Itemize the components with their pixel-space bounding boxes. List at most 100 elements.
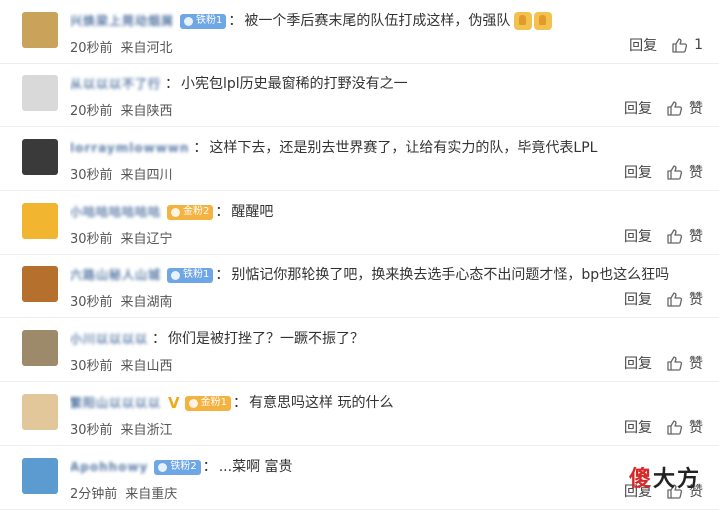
comment-location: 来自河北: [120, 41, 173, 56]
fan-badge-label: 铁粉1: [183, 269, 210, 280]
comment-actions: 回复 赞: [624, 417, 703, 437]
comment-text: 有意思吗这样 玩的什么: [249, 395, 394, 411]
avatar[interactable]: [22, 458, 58, 494]
watermark-logo: 傻大方: [628, 467, 701, 492]
avatar[interactable]: [22, 394, 58, 430]
reply-button[interactable]: 回复: [624, 289, 652, 309]
fan-badge-icon: [171, 270, 181, 280]
fan-badge[interactable]: 铁粉2: [154, 459, 201, 475]
thumbs-emoji-group: [512, 12, 553, 30]
colon: ：: [233, 395, 247, 411]
like-label: 赞: [689, 356, 703, 372]
comment-item: 小川以以以以：你们是被打挫了？一蹶不振了？ 30秒前 来自山西 回复 赞: [0, 318, 719, 382]
comment-meta: 20秒前 来自陕西: [70, 100, 181, 119]
fan-badge[interactable]: 铁粉1: [167, 267, 214, 283]
fan-badge-icon: [171, 207, 181, 217]
colon: ：: [215, 267, 230, 283]
comment-meta: 2分钟前 来自重庆: [70, 483, 185, 502]
username[interactable]: 兴焕梁上晃动烟屑: [70, 11, 174, 31]
comment-location: 来自浙江: [120, 423, 173, 438]
like-button[interactable]: 赞: [666, 353, 703, 373]
comment-text: 这样下去，还是别去世界赛了，让给有实力的队，毕竟代表LPL: [209, 140, 598, 156]
like-button[interactable]: 赞: [666, 98, 703, 118]
colon: ：: [228, 13, 243, 29]
avatar[interactable]: [22, 12, 58, 48]
comment-actions: 回复 赞: [624, 162, 703, 182]
comment-item: 小咕咕咕咕咕咕 金粉2 ：醒醒吧 30秒前 来自辽宁 回复 赞: [0, 191, 719, 255]
comment-item: lorraymlowwwn：这样下去，还是别去世界赛了，让给有实力的队，毕竟代表…: [0, 127, 719, 191]
comment-time: 2分钟前: [70, 487, 118, 502]
comment-item: Apohhowy 铁粉2： ...菜啊 富贵 2分钟前 来自重庆 回复赞: [0, 446, 719, 510]
comment-time: 30秒前: [70, 359, 113, 374]
comment-actions: 回复 赞: [624, 226, 703, 246]
like-button[interactable]: 赞: [666, 417, 703, 437]
comment-actions: 回复 赞: [624, 98, 703, 118]
username[interactable]: 小川以以以以: [70, 329, 148, 349]
comment-text: 小宪包lpl历史最窗稀的打野没有之一: [181, 76, 408, 92]
thumbs-up-icon: [667, 291, 683, 307]
thumbs-up-icon: [667, 355, 683, 371]
comment-text: 你们是被打挫了？一蹶不振了？: [168, 331, 365, 347]
thumbs-up-emoji-icon: [514, 12, 533, 30]
comment-item: 兴焕梁上晃动烟屑 铁粉1 ：被一个季后赛末尾的队伍打成这样，伪强队 20秒前 来自河北 回…: [0, 0, 719, 64]
comment-text: ...菜啊 富贵: [218, 459, 293, 475]
reply-button[interactable]: 回复: [624, 98, 652, 118]
reply-button[interactable]: 回复: [624, 226, 652, 246]
fan-badge[interactable]: 金粉2: [167, 204, 214, 220]
comment-text: 醒醒吧: [231, 204, 274, 220]
comment-location: 来自陕西: [120, 104, 173, 119]
comment-item: 繁阳山以以以以 V 金粉1 ：有意思吗这样 玩的什么 30秒前 来自浙江 回复 赞: [0, 382, 719, 446]
username[interactable]: 繁阳山以以以以: [70, 393, 161, 413]
comment-text: 别惦记你那轮换了吧，换来换去选手心态不出问题才怪，bp也这么狂吗: [231, 267, 670, 283]
colon: ：: [215, 204, 230, 220]
reply-button[interactable]: 回复: [624, 417, 652, 437]
username[interactable]: 小咕咕咕咕咕咕: [70, 202, 161, 222]
fan-badge[interactable]: 金粉1: [184, 395, 231, 411]
comment-text: 被一个季后赛末尾的队伍打成这样，伪强队: [244, 13, 511, 29]
username[interactable]: 六路山秘人山城: [70, 265, 161, 285]
like-button[interactable]: 赞: [666, 289, 703, 309]
fan-badge-label: 金粉2: [183, 206, 210, 217]
fan-badge[interactable]: 铁粉1: [180, 13, 227, 29]
like-label: 赞: [689, 292, 703, 308]
comment-meta: 20秒前 来自河北: [70, 37, 181, 56]
thumbs-up-icon: [667, 100, 683, 116]
reply-button[interactable]: 回复: [624, 353, 652, 373]
reply-button[interactable]: 回复: [629, 35, 657, 55]
comment-actions: 回复 1: [629, 35, 703, 55]
username[interactable]: lorraymlowwwn: [70, 138, 189, 158]
reply-button[interactable]: 回复: [624, 162, 652, 182]
like-label: 赞: [689, 420, 703, 436]
like-button[interactable]: 赞: [666, 162, 703, 182]
username[interactable]: 从以以以不了行: [70, 74, 161, 94]
comment-time: 20秒前: [70, 104, 113, 119]
colon: ：: [165, 76, 180, 92]
like-button[interactable]: 1: [671, 37, 703, 54]
comment-meta: 30秒前 来自辽宁: [70, 228, 181, 247]
fan-badge-icon: [184, 16, 194, 26]
avatar[interactable]: [22, 139, 58, 175]
avatar[interactable]: [22, 203, 58, 239]
like-button[interactable]: 赞: [666, 226, 703, 246]
like-label: 1: [694, 37, 703, 53]
comment-actions: 回复 赞: [624, 353, 703, 373]
comment-location: 来自山西: [120, 359, 173, 374]
avatar[interactable]: [22, 330, 58, 366]
thumbs-up-icon: [667, 419, 683, 435]
comment-list: 兴焕梁上晃动烟屑 铁粉1：被一个季后赛末尾的队伍打成这样，伪强队 20秒前 来自河北回…: [0, 0, 719, 511]
like-label: 赞: [689, 165, 703, 181]
comment-item: 从以以以不了行：小宪包lpl历史最窗稀的打野没有之一 20秒前 来自陕西 回复赞: [0, 63, 719, 127]
fan-badge-icon: [158, 462, 168, 472]
colon: ：: [202, 459, 217, 475]
thumbs-up-icon: [667, 228, 683, 244]
thumbs-up-icon: [667, 164, 683, 180]
username[interactable]: Apohhowy: [70, 457, 148, 477]
comment-location: 来自湖南: [120, 295, 173, 310]
comment-time: 30秒前: [70, 168, 113, 183]
avatar[interactable]: [22, 75, 58, 111]
like-label: 赞: [689, 229, 703, 245]
comment-time: 30秒前: [70, 295, 113, 310]
fan-badge-icon: [188, 398, 198, 408]
avatar[interactable]: [22, 266, 58, 302]
colon: ：: [152, 331, 167, 347]
